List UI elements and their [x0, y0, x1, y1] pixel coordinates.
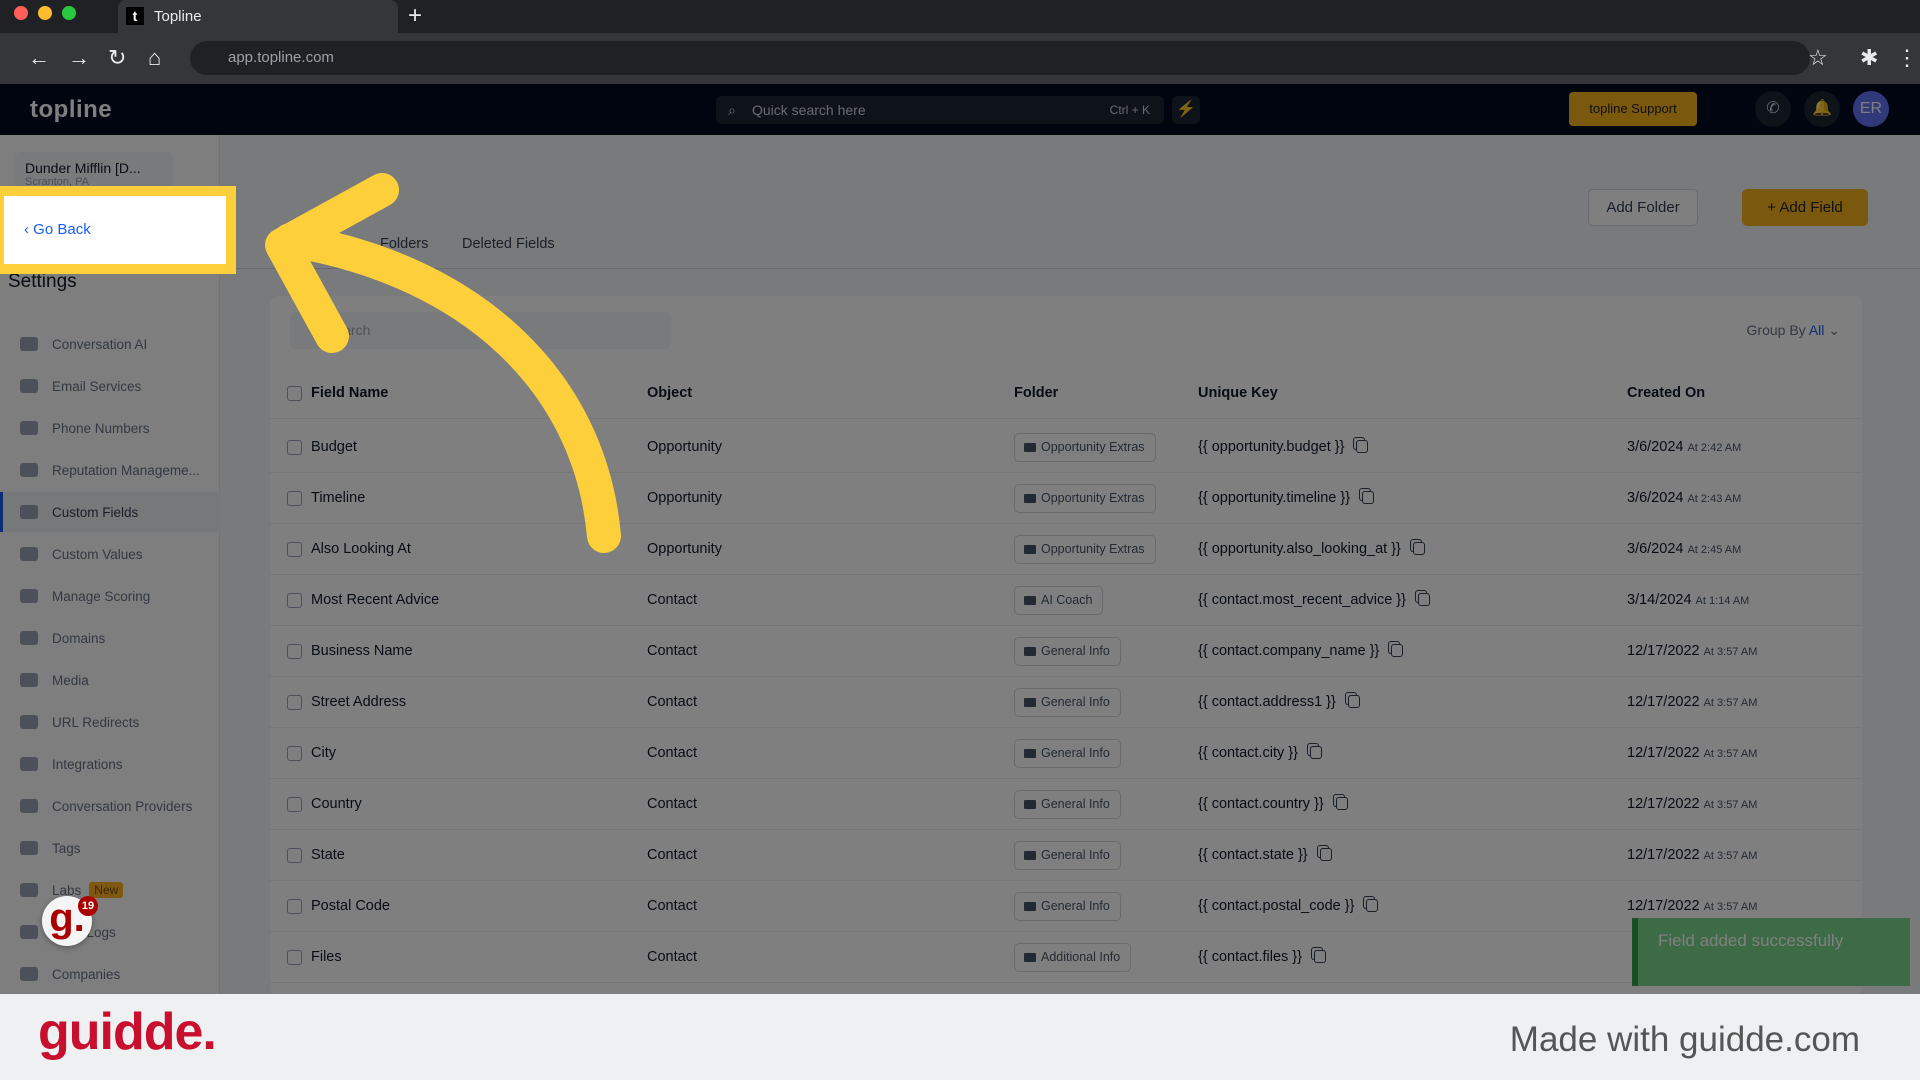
arrow-shaft: [273, 223, 621, 553]
made-with-text: Made with guidde.com: [1509, 1020, 1860, 1059]
highlight-arrow: [265, 173, 621, 553]
guidde-logo: guidde.: [38, 1003, 217, 1061]
guidde-badge-count: 19: [78, 896, 98, 916]
guidde-footer: guidde. Made with guidde.com: [0, 994, 1920, 1080]
